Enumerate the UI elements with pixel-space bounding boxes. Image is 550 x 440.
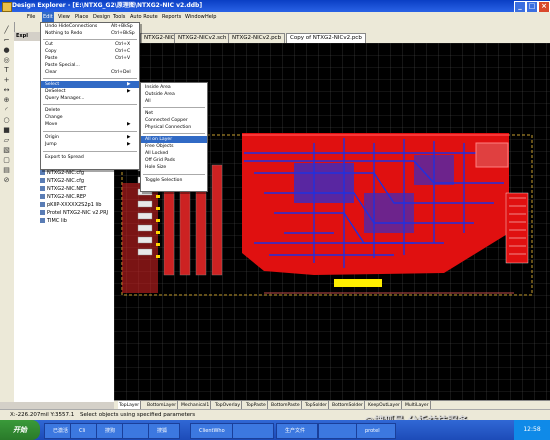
dimension-tool-icon[interactable]: ↔ <box>2 86 11 94</box>
menu-design[interactable]: Design <box>92 12 111 22</box>
tree-item[interactable]: Protel NTXG2-NIC v2.PRJ <box>40 210 108 217</box>
via-tool-icon[interactable]: ◎ <box>2 56 11 64</box>
tree-item[interactable]: NTXG2-NIC.REP <box>40 194 86 201</box>
file-icon <box>40 202 45 207</box>
menu-item-deselect[interactable]: DeSelect ▶ <box>41 88 139 95</box>
select-physical-connection[interactable]: Physical Connection <box>141 124 207 131</box>
coordinate-tool-icon[interactable]: + <box>2 76 11 84</box>
app-icon <box>2 2 12 12</box>
menu-item-delete[interactable]: Delete <box>41 107 139 114</box>
select-inside-area[interactable]: Inside Area <box>141 84 207 91</box>
pad-tool-icon[interactable]: ● <box>2 46 11 54</box>
room-tool-icon[interactable]: ▢ <box>2 156 11 164</box>
select-toggle-selection[interactable]: Toggle Selection <box>141 177 207 184</box>
split-plane-tool-icon[interactable]: ▧ <box>2 146 11 154</box>
tree-item[interactable]: NTXG2-NIC.NET <box>40 186 86 193</box>
select-hole-size[interactable]: Hole Size <box>141 164 207 171</box>
menu-item-query-manager[interactable]: Query Manager... <box>41 95 139 102</box>
polygon-tool-icon[interactable]: ▱ <box>2 136 11 144</box>
file-icon <box>40 170 45 175</box>
menu-item-select[interactable]: Select ▶ <box>41 81 139 88</box>
menu-auto-route[interactable]: Auto Route <box>129 12 159 22</box>
tree-item[interactable]: TIMC lib <box>40 218 67 225</box>
select-free-objects[interactable]: Free Objects <box>141 143 207 150</box>
select-outside-area[interactable]: Outside Area <box>141 91 207 98</box>
menu-window[interactable]: Window <box>184 12 206 22</box>
menu-item-undo[interactable]: Undo HideConnections Alt+BkSp <box>41 23 139 30</box>
window-title: Design Explorer - [E:\NTXG_G2\原理图\NTXG2-… <box>12 2 203 9</box>
tab-pcb[interactable]: NTXG2-NICv2.pcb <box>228 33 286 43</box>
select-all-on-layer[interactable]: All on Layer <box>141 136 207 143</box>
taskbar-item[interactable] <box>318 423 358 439</box>
text-tool-icon[interactable]: T <box>2 66 11 74</box>
select-all[interactable]: All <box>141 98 207 105</box>
title-bar: Design Explorer - [E:\NTXG_G2\原理图\NTXG2-… <box>0 0 550 13</box>
wire-tool-icon[interactable]: ╱ <box>2 26 11 34</box>
edge-connector <box>505 192 529 264</box>
menu-item-cut[interactable]: Cut Ctrl+X <box>41 41 139 48</box>
menu-bar: File Edit View Place Design Tools Auto R… <box>0 12 550 22</box>
file-icon <box>40 194 45 199</box>
menu-item-redo[interactable]: Nothing to Redo Ctrl+BkSp <box>41 30 139 37</box>
line-tool-icon[interactable]: ⌐ <box>2 36 11 44</box>
file-icon <box>40 178 45 183</box>
menu-item-jump[interactable]: Jump ▶ <box>41 141 139 148</box>
taskbar-item[interactable]: 生产文件 <box>276 423 318 439</box>
menu-edit[interactable]: Edit <box>42 12 54 22</box>
file-icon <box>40 186 45 191</box>
tree-item[interactable]: NTXG2-NIC.cfg <box>40 170 84 177</box>
taskbar-item[interactable] <box>232 423 274 439</box>
placement-toolbar: ╱ ⌐ ● ◎ T + ↔ ⊕ ◜ ○ ■ ▱ ▧ ▢ ▤ ⊘ <box>0 22 15 402</box>
fill-tool-icon[interactable]: ■ <box>2 126 11 134</box>
menu-item-change[interactable]: Change <box>41 114 139 121</box>
menu-item-move[interactable]: Move ▶ <box>41 121 139 128</box>
arc-tool-icon[interactable]: ◜ <box>2 106 11 114</box>
component-tool-icon[interactable]: ▤ <box>2 166 11 174</box>
menu-item-paste[interactable]: Paste Ctrl+V <box>41 55 139 62</box>
menu-reports[interactable]: Reports <box>161 12 182 22</box>
menu-file[interactable]: File <box>26 12 36 22</box>
rj45-connector <box>475 142 509 168</box>
menu-item-origin[interactable]: Origin ▶ <box>41 134 139 141</box>
keepout-tool-icon[interactable]: ⊘ <box>2 176 11 184</box>
status-message: Select objects using specified parameter… <box>80 412 196 418</box>
tree-item[interactable]: pKIIP-XXXXX2S2p1 lib <box>40 202 101 209</box>
edit-menu: Undo HideConnections Alt+BkSp Nothing to … <box>40 22 140 170</box>
start-button[interactable]: 开始 <box>0 420 40 440</box>
system-clock: 12:58 <box>514 420 550 440</box>
tab-copy-pcb[interactable]: Copy of NTXG2-NICv2.pcb <box>286 33 366 43</box>
select-connected-copper[interactable]: Connected Copper <box>141 117 207 124</box>
menu-view[interactable]: View <box>57 12 71 22</box>
tree-item[interactable]: NTXG2-NIC.cfg <box>40 178 84 185</box>
menu-item-export-spread[interactable]: Export to Spread <box>41 154 139 161</box>
select-off-grid-pads[interactable]: Off Grid Pads <box>141 157 207 164</box>
menu-help[interactable]: Help <box>204 12 217 22</box>
menu-item-copy[interactable]: Copy Ctrl+C <box>41 48 139 55</box>
cursor-coordinates: X:-226.207mil Y:3557.1 <box>10 412 75 418</box>
menu-item-paste-special[interactable]: Paste Special... <box>41 62 139 69</box>
taskbar-item[interactable]: protel <box>356 423 396 439</box>
origin-tool-icon[interactable]: ⊕ <box>2 96 11 104</box>
select-all-locked[interactable]: All Locked <box>141 150 207 157</box>
taskbar-item[interactable]: 搜狐 <box>148 423 180 439</box>
menu-tools[interactable]: Tools <box>112 12 126 22</box>
taskbar-item[interactable]: ClientWho <box>190 423 238 439</box>
status-bar: X:-226.207mil Y:3557.1 Select objects us… <box>0 409 550 420</box>
tab-sch[interactable]: NTXG2-NICv2.sch <box>174 33 231 43</box>
menu-place[interactable]: Place <box>74 12 89 22</box>
file-icon <box>40 218 45 223</box>
menu-item-clear[interactable]: Clear Ctrl+Del <box>41 69 139 76</box>
taskbar: 开始 已激活 Cli 搜狗 搜狐 ClientWho 生产文件 protel 1… <box>0 420 550 440</box>
silkscreen-block <box>334 279 382 287</box>
file-icon <box>40 210 45 215</box>
select-submenu: Inside Area Outside Area All Net Connect… <box>140 82 208 192</box>
circle-tool-icon[interactable]: ○ <box>2 116 11 124</box>
select-net[interactable]: Net <box>141 110 207 117</box>
